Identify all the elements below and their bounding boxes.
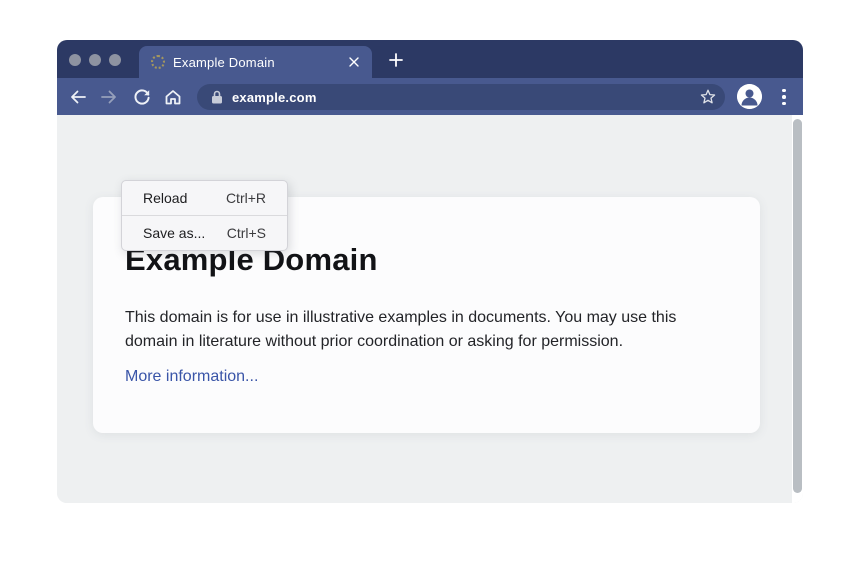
tab-title: Example Domain <box>173 55 275 70</box>
dotted-globe-favicon <box>151 55 165 69</box>
window-controls <box>69 54 121 66</box>
tab-strip: Example Domain <box>57 40 803 78</box>
context-menu-item-reload[interactable]: Reload Ctrl+R <box>122 181 287 215</box>
home-button[interactable] <box>160 84 186 110</box>
browser-window: Example Domain <box>57 40 803 503</box>
star-icon[interactable] <box>699 88 717 106</box>
page-viewport: Example Domain This domain is for use in… <box>57 115 803 503</box>
close-icon <box>349 57 359 67</box>
menu-item-shortcut: Ctrl+R <box>226 190 266 206</box>
browser-menu-button[interactable] <box>778 85 790 109</box>
browser-tab[interactable]: Example Domain <box>139 46 372 78</box>
url-text: example.com <box>232 90 317 105</box>
menu-item-label: Save as... <box>143 225 205 241</box>
browser-toolbar: example.com <box>57 78 803 115</box>
forward-button[interactable] <box>96 84 122 110</box>
context-menu: Reload Ctrl+R Save as... Ctrl+S <box>121 180 288 251</box>
tab-close-button[interactable] <box>346 54 362 70</box>
maximize-window-button[interactable] <box>109 54 121 66</box>
home-icon <box>163 87 183 107</box>
menu-item-label: Reload <box>143 190 187 206</box>
kebab-menu-icon <box>782 89 786 106</box>
profile-avatar-button[interactable] <box>737 84 762 109</box>
scrollbar-track[interactable] <box>792 115 803 503</box>
address-bar[interactable]: example.com <box>197 84 725 110</box>
plus-icon <box>389 53 403 67</box>
back-button[interactable] <box>65 84 91 110</box>
screenshot-stage: Example Domain <box>0 0 860 580</box>
reload-button[interactable] <box>129 84 155 110</box>
scrollbar-thumb[interactable] <box>793 119 802 493</box>
arrow-left-icon <box>68 87 88 107</box>
menu-item-shortcut: Ctrl+S <box>227 225 266 241</box>
page-paragraph: This domain is for use in illustrative e… <box>125 306 713 354</box>
lock-icon <box>211 90 223 104</box>
context-menu-item-save-as[interactable]: Save as... Ctrl+S <box>122 216 287 250</box>
minimize-window-button[interactable] <box>89 54 101 66</box>
new-tab-button[interactable] <box>383 48 409 72</box>
close-window-button[interactable] <box>69 54 81 66</box>
reload-icon <box>132 87 152 107</box>
arrow-right-icon <box>99 87 119 107</box>
more-information-link[interactable]: More information... <box>125 368 258 385</box>
user-avatar-icon <box>737 84 762 109</box>
